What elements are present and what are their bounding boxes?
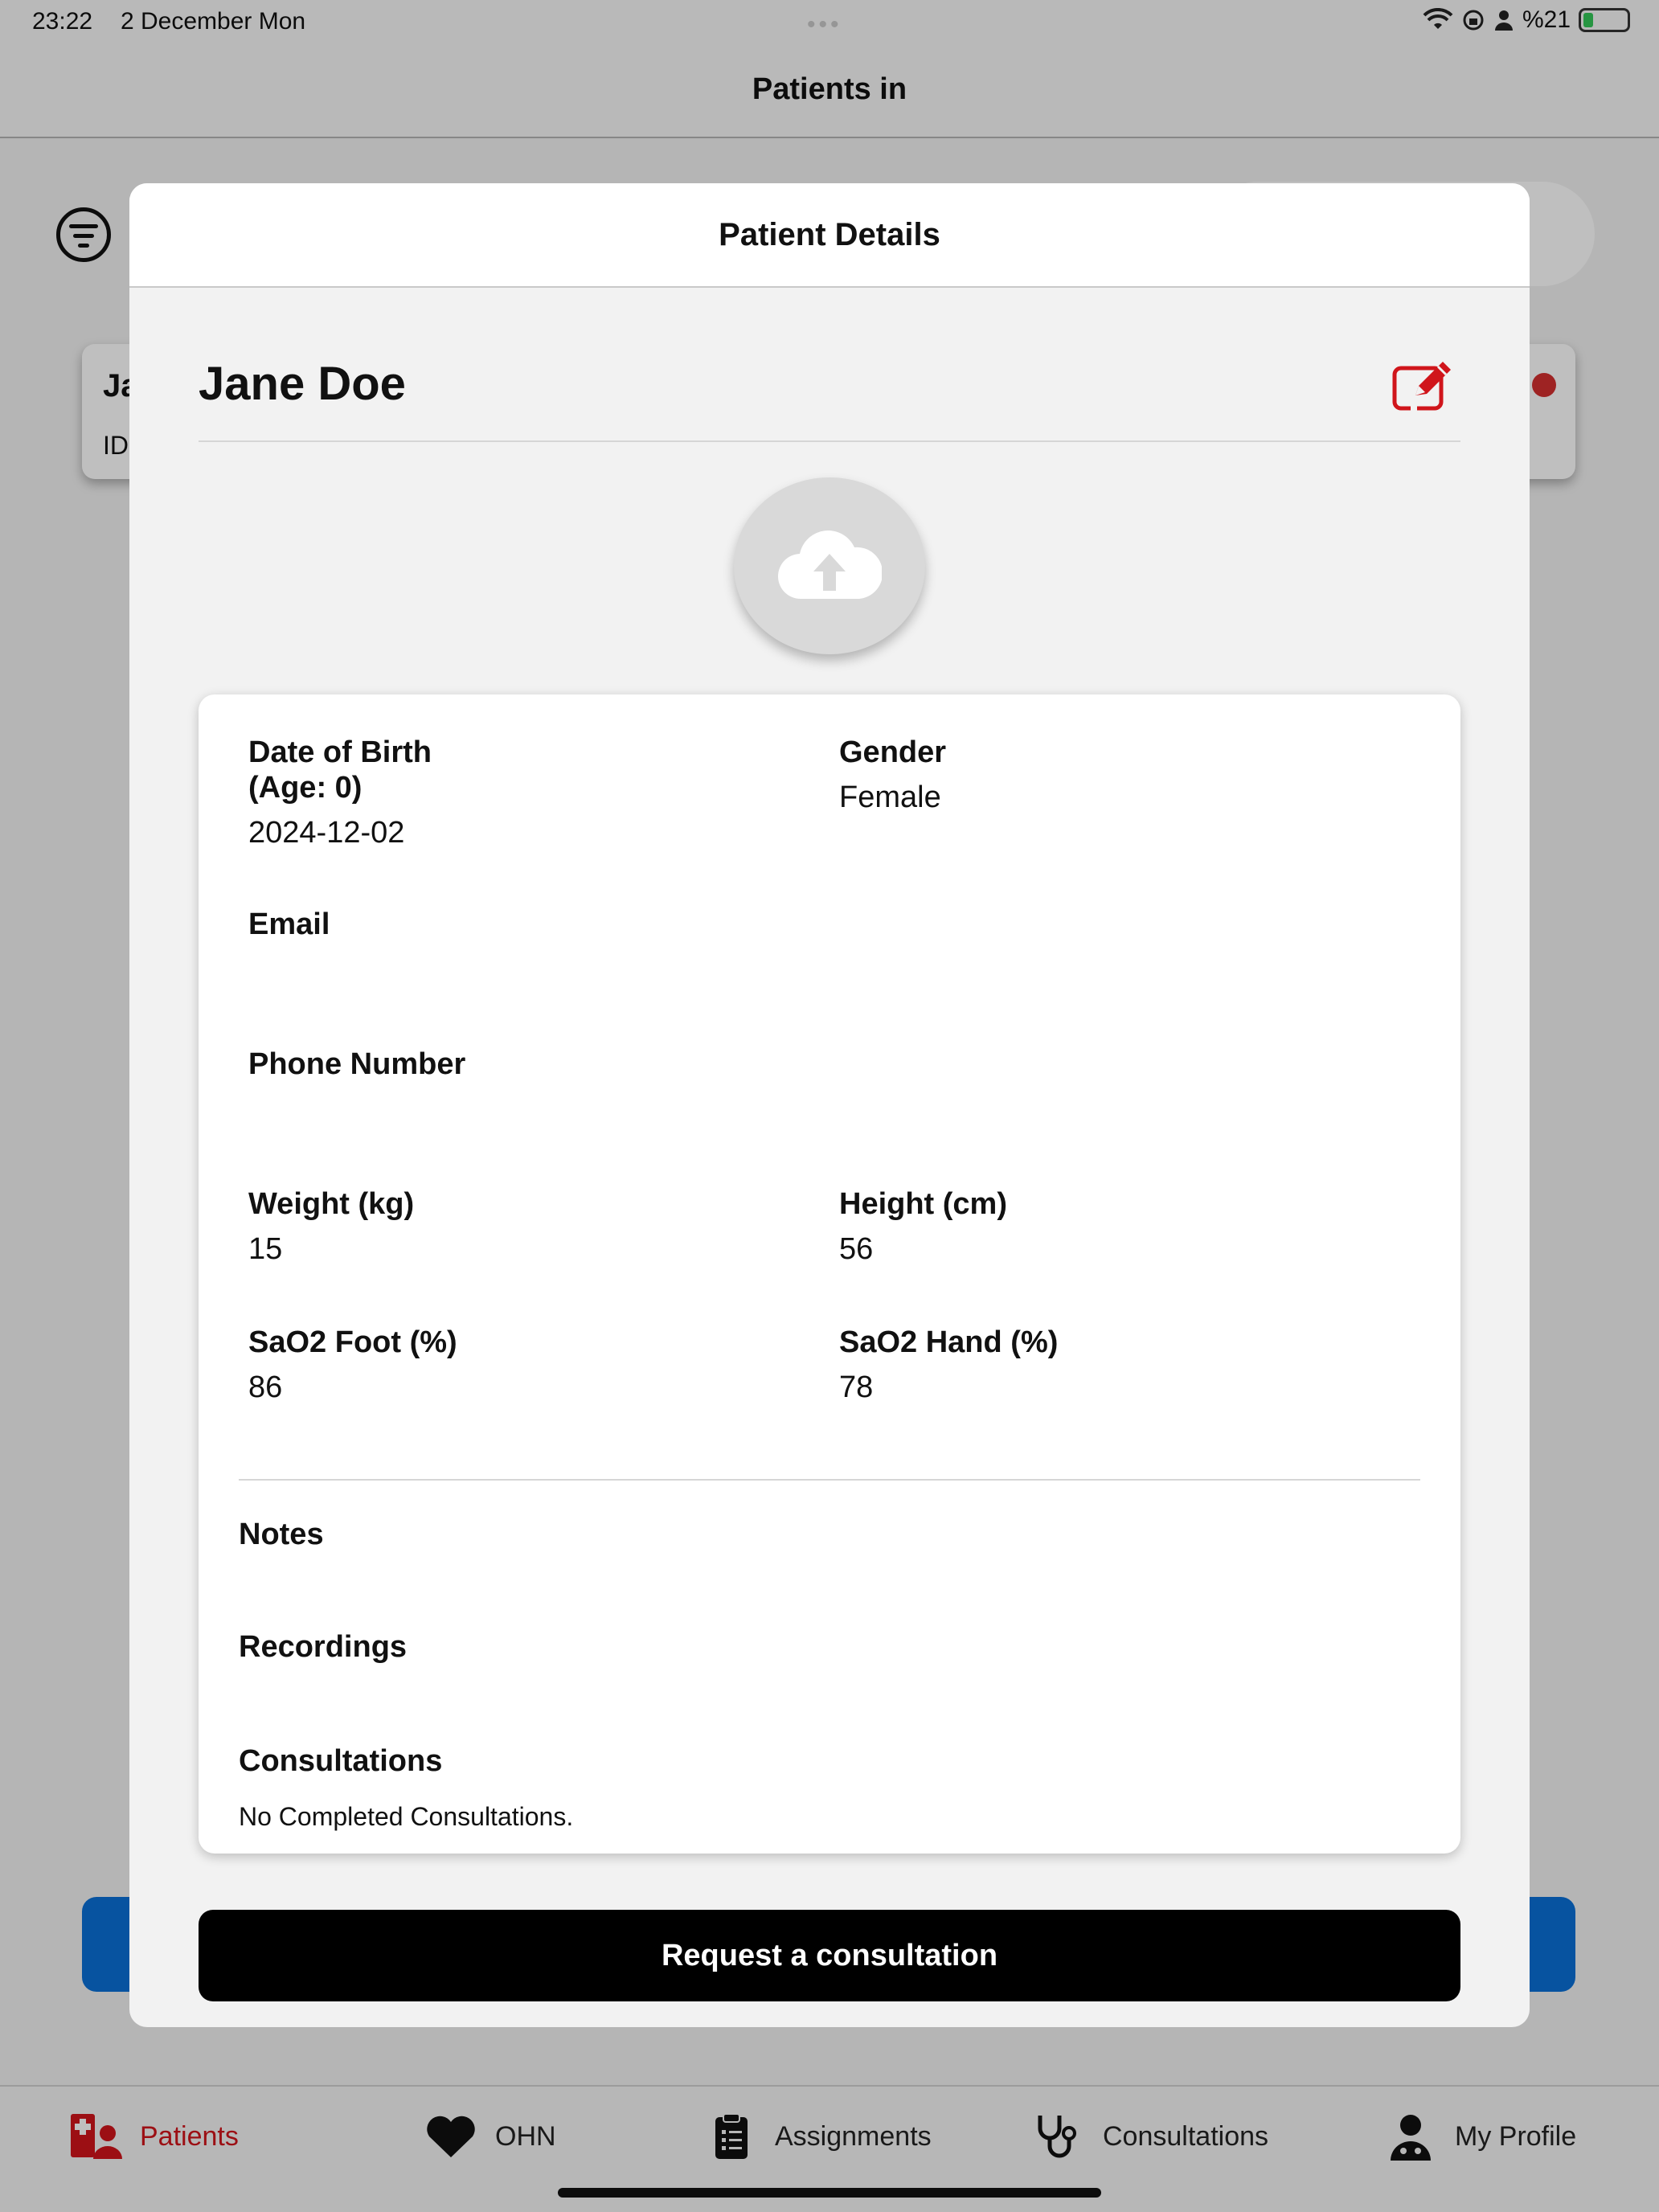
- patient-info-card: Date of Birth (Age: 0) 2024-12-02 Gender…: [199, 694, 1460, 1854]
- patient-name: Jane Doe: [199, 358, 406, 410]
- patient-details-modal: Patient Details Jane Doe Date of Birth (…: [129, 183, 1530, 2027]
- weight-label: Weight (kg): [248, 1187, 415, 1221]
- gender-label: Gender: [839, 735, 947, 769]
- sao2-foot-label: SaO2 Foot (%): [248, 1325, 457, 1359]
- gender-value: Female: [839, 780, 941, 814]
- phone-label: Phone Number: [248, 1047, 466, 1081]
- sao2-foot-field: SaO2 Foot (%) 86: [248, 1325, 457, 1405]
- phone-field: Phone Number: [248, 1047, 465, 1092]
- recordings-label: Recordings: [239, 1630, 408, 1664]
- age-label: (Age: 0): [248, 771, 363, 805]
- sao2-hand-value: 78: [839, 1370, 874, 1404]
- sao2-hand-field: SaO2 Hand (%) 78: [839, 1325, 1058, 1405]
- height-field: Height (cm) 56: [839, 1186, 1007, 1267]
- dob-value: 2024-12-02: [248, 816, 405, 850]
- consultations-label: Consultations: [239, 1744, 443, 1778]
- request-consultation-button[interactable]: Request a consultation: [199, 1910, 1460, 2001]
- height-label: Height (cm): [839, 1187, 1007, 1221]
- upload-photo-button[interactable]: [734, 477, 925, 654]
- dob-field: Date of Birth (Age: 0) 2024-12-02: [248, 735, 432, 850]
- weight-value: 15: [248, 1232, 283, 1266]
- divider: [199, 440, 1460, 442]
- notes-label: Notes: [239, 1518, 324, 1551]
- sao2-foot-value: 86: [248, 1370, 283, 1404]
- gender-field: Gender Female: [839, 735, 946, 815]
- cloud-upload-icon: [778, 530, 882, 600]
- email-field: Email: [248, 907, 330, 952]
- sao2-hand-label: SaO2 Hand (%): [839, 1325, 1059, 1359]
- consultations-empty-text: No Completed Consultations.: [239, 1802, 574, 1831]
- modal-header: Patient Details: [129, 183, 1530, 288]
- height-value: 56: [839, 1232, 874, 1266]
- email-label: Email: [248, 907, 330, 941]
- dob-label: Date of Birth: [248, 735, 432, 769]
- divider: [239, 1479, 1420, 1481]
- modal-title: Patient Details: [719, 217, 940, 252]
- weight-field: Weight (kg) 15: [248, 1186, 414, 1267]
- edit-icon[interactable]: [1391, 358, 1456, 412]
